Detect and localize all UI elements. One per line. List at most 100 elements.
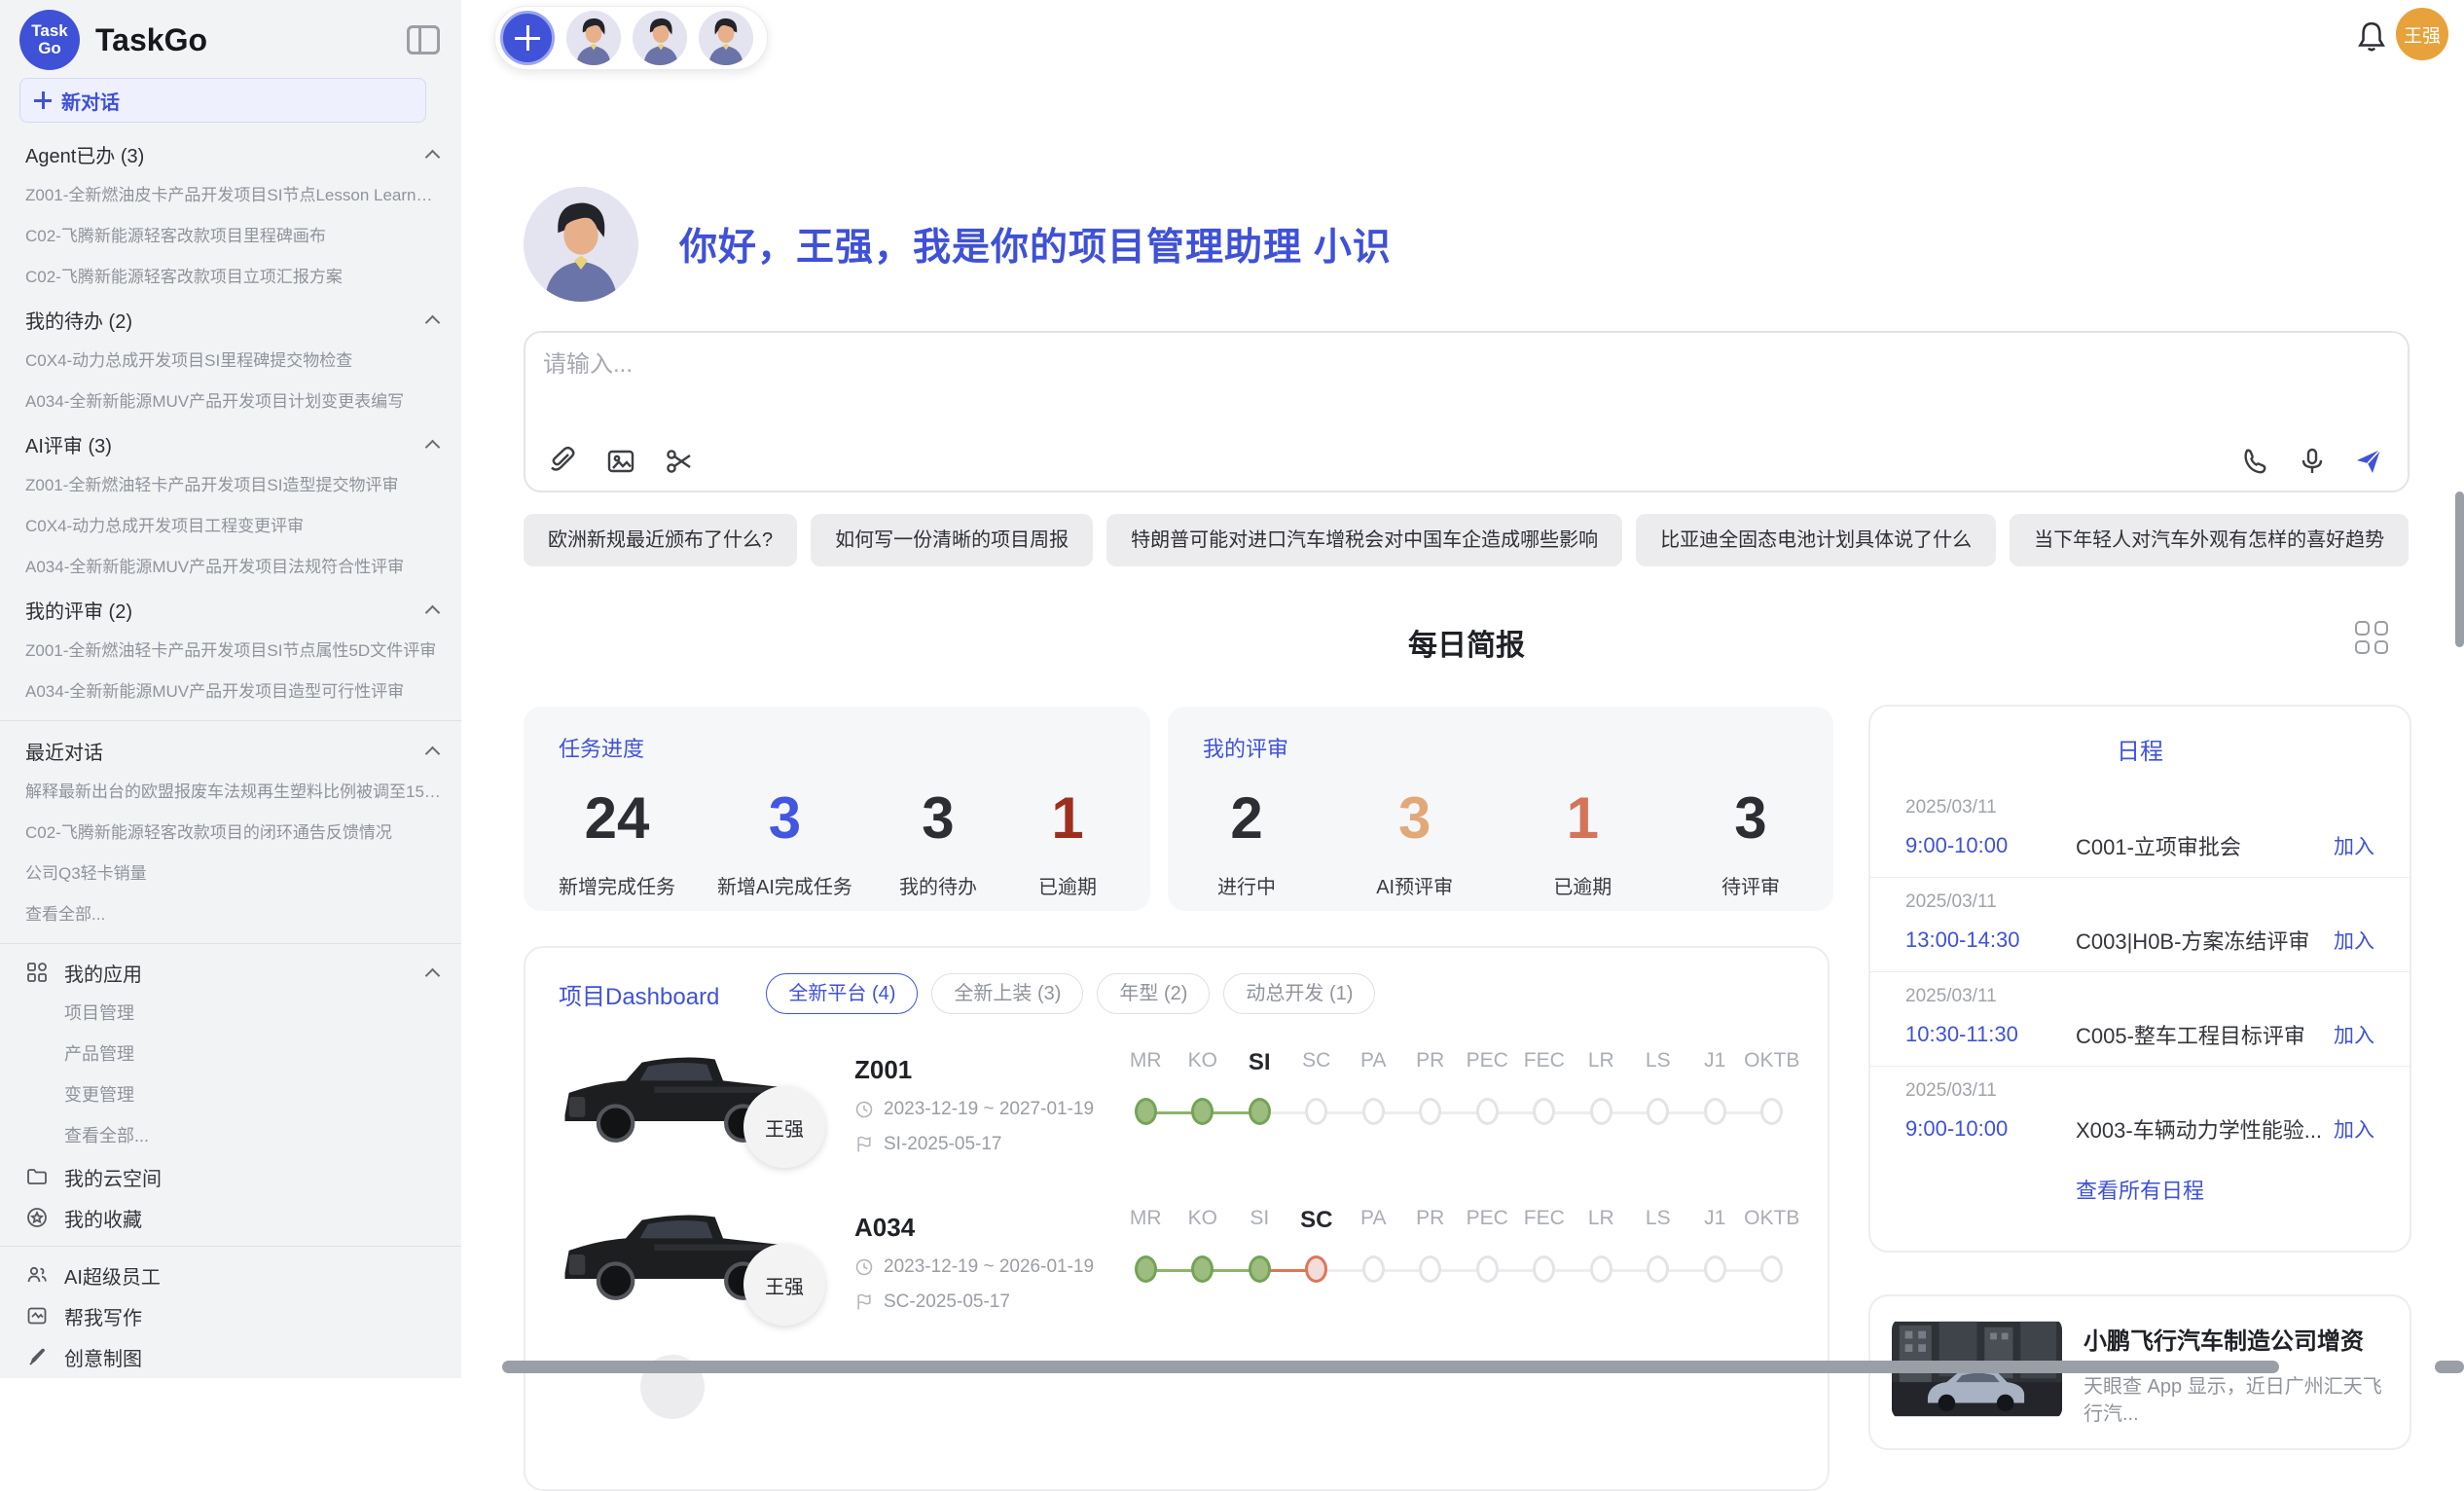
agent-avatar-3[interactable] (699, 11, 753, 65)
stat: 3 待评审 (1707, 784, 1794, 899)
app-logo-line1: Task (31, 22, 68, 40)
attachment-icon[interactable] (547, 446, 578, 477)
section-ai-review[interactable]: AI评审 (3) (0, 422, 461, 465)
app-link-product-mgmt[interactable]: 产品管理 (0, 1034, 461, 1074)
phone-call-icon[interactable] (2240, 446, 2271, 477)
dashboard-title: 项目Dashboard (559, 977, 719, 1011)
app-link-change-mgmt[interactable]: 变更管理 (0, 1074, 461, 1115)
recent-chat-item[interactable]: C02-飞腾新能源轻客改款项目的闭环通告反馈情况 (0, 813, 461, 854)
event-name: C001-立项审批会 (2076, 830, 2334, 861)
task-item[interactable]: Z001-全新燃油皮卡产品开发项目SI节点Lesson Learn报告 (0, 175, 461, 216)
view-all-apps-link[interactable]: 查看全部... (0, 1115, 461, 1156)
agent-avatar-1[interactable] (566, 11, 621, 65)
microphone-icon[interactable] (2297, 446, 2328, 477)
task-item[interactable]: Z001-全新燃油轻卡产品开发项目SI节点属性5D文件评审 (0, 631, 461, 672)
filter-chip[interactable]: 动总开发 (1) (1223, 973, 1375, 1014)
milestone-label: PR (1402, 1049, 1460, 1076)
milestone-label: KO (1175, 1207, 1232, 1234)
milestone-label: MR (1117, 1207, 1175, 1234)
milestone-label: LR (1573, 1207, 1630, 1234)
creative-draw-label: 创意制图 (64, 1343, 142, 1371)
greeting-text: 你好，王强，我是你的项目管理助理 小识 (679, 217, 1392, 272)
user-avatar[interactable]: 王强 (2396, 8, 2448, 60)
section-label: 我的评审 (2) (25, 596, 132, 624)
section-my-todo[interactable]: 我的待办 (2) (0, 298, 461, 341)
join-button[interactable]: 加入 (2334, 831, 2374, 860)
chat-input[interactable] (543, 345, 2373, 432)
sidebar-item-creative-draw[interactable]: 创意制图 (0, 1336, 461, 1377)
add-agent-button[interactable] (500, 11, 555, 65)
recent-chat-item[interactable]: 解释最新出台的欧盟报废车法规再生塑料比例被调至15%... (0, 772, 461, 813)
suggestion-chip[interactable]: 如何写一份清晰的项目周报 (811, 514, 1093, 566)
scissors-icon[interactable] (664, 446, 695, 477)
app-link-project-mgmt[interactable]: 项目管理 (0, 993, 461, 1034)
filter-chip[interactable]: 全新平台 (4) (766, 973, 918, 1014)
join-button[interactable]: 加入 (2334, 926, 2374, 955)
card-title: 我的评审 (1203, 732, 1794, 763)
task-item[interactable]: Z001-全新燃油轻卡产品开发项目SI造型提交物评审 (0, 465, 461, 506)
stat-label: 新增完成任务 (559, 871, 675, 899)
sidebar-item-ai-employee[interactable]: AI超级员工 (0, 1255, 461, 1295)
milestone-label: OKTB (1744, 1049, 1801, 1076)
milestone-label: LS (1630, 1207, 1687, 1234)
agent-avatar-2[interactable] (633, 11, 687, 65)
horizontal-scrollbar[interactable] (502, 1361, 2279, 1373)
milestone-label: PEC (1459, 1207, 1516, 1234)
project-row-a034[interactable]: 王强 A034 2023-12-19 ~ 2026-01-19 SC-2025-… (525, 1182, 1828, 1339)
section-my-review[interactable]: 我的评审 (2) (0, 588, 461, 631)
task-item[interactable]: C02-飞腾新能源轻客改款项目立项汇报方案 (0, 257, 461, 298)
chevron-up-icon[interactable] (425, 149, 441, 164)
chevron-up-icon[interactable] (425, 604, 441, 620)
task-item[interactable]: A034-全新新能源MUV产品开发项目造型可行性评审 (0, 672, 461, 712)
new-chat-button[interactable]: 新对话 (19, 78, 426, 123)
schedule-event: 2025/03/11 9:00-10:00 X003-车辆动力学性能验... 加… (1870, 1067, 2410, 1160)
news-snippet: 天眼查 App 显示，近日广州汇天飞行汽... (2084, 1373, 2388, 1428)
suggestion-chip[interactable]: 比亚迪全固态电池计划具体说了什么 (1636, 514, 1996, 566)
task-item[interactable]: A034-全新新能源MUV产品开发项目法规符合性评审 (0, 547, 461, 588)
sidebar-item-my-apps[interactable]: 我的应用 (0, 952, 461, 993)
sidebar-collapse-icon[interactable] (407, 25, 440, 55)
task-item[interactable]: C02-飞腾新能源轻客改款项目里程碑画布 (0, 216, 461, 257)
clock-icon (854, 1100, 874, 1119)
join-button[interactable]: 加入 (2334, 1020, 2374, 1049)
section-agent-done[interactable]: Agent已办 (3) (0, 132, 461, 175)
filter-chip[interactable]: 全新上装 (3) (931, 973, 1083, 1014)
view-all-chats-link[interactable]: 查看全部... (0, 894, 461, 935)
notification-bell-icon[interactable] (2355, 19, 2388, 55)
milestone-label: KO (1175, 1049, 1232, 1076)
vertical-scrollbar[interactable] (2455, 491, 2464, 647)
sidebar-item-help-write[interactable]: 帮我写作 (0, 1295, 461, 1336)
horizontal-scrollbar-end[interactable] (2435, 1361, 2464, 1373)
task-item[interactable]: C0X4-动力总成开发项目工程变更评审 (0, 506, 461, 547)
chevron-up-icon[interactable] (425, 746, 441, 761)
chevron-up-icon[interactable] (425, 967, 441, 983)
event-time: 13:00-14:30 (1905, 927, 2076, 953)
task-item[interactable]: C0X4-动力总成开发项目SI里程碑提交物检查 (0, 341, 461, 382)
clock-icon (854, 1257, 874, 1277)
dashboard-filters: 全新平台 (4) 全新上装 (3) 年型 (2) 动总开发 (1) (766, 973, 1375, 1014)
project-row-z001[interactable]: 王强 Z001 2023-12-19 ~ 2027-01-19 SI-2025-… (525, 1024, 1828, 1182)
chat-input-box (524, 331, 2410, 492)
chevron-up-icon[interactable] (425, 314, 441, 330)
project-dates-text: 2023-12-19 ~ 2026-01-19 (884, 1256, 1094, 1278)
image-icon[interactable] (605, 446, 636, 477)
chevron-up-icon[interactable] (425, 439, 441, 455)
layout-grid-icon[interactable] (2355, 621, 2388, 654)
sidebar-item-cloud-space[interactable]: 我的云空间 (0, 1156, 461, 1197)
suggestion-chip[interactable]: 当下年轻人对汽车外观有怎样的喜好趋势 (2010, 514, 2409, 566)
quill-pen-icon (25, 1345, 49, 1368)
section-recent-chats[interactable]: 最近对话 (0, 729, 461, 772)
task-item[interactable]: A034-全新新能源MUV产品开发项目计划变更表编写 (0, 382, 461, 422)
recent-chat-item[interactable]: 公司Q3轻卡销量 (0, 854, 461, 894)
join-button[interactable]: 加入 (2334, 1114, 2374, 1144)
milestone-label: LR (1573, 1049, 1630, 1076)
suggestion-chip[interactable]: 欧洲新规最近颁布了什么? (524, 514, 797, 566)
suggestion-chips: 欧洲新规最近颁布了什么? 如何写一份清晰的项目周报 特朗普可能对进口汽车增税会对… (524, 514, 2373, 566)
project-name: Z001 (854, 1055, 1107, 1085)
filter-chip[interactable]: 年型 (2) (1097, 973, 1210, 1014)
write-doc-icon (25, 1304, 49, 1327)
sidebar-item-favorites[interactable]: 我的收藏 (0, 1197, 461, 1238)
view-all-schedule-link[interactable]: 查看所有日程 (1870, 1160, 2410, 1205)
send-icon[interactable] (2353, 446, 2384, 477)
suggestion-chip[interactable]: 特朗普可能对进口汽车增税会对中国车企造成哪些影响 (1106, 514, 1622, 566)
